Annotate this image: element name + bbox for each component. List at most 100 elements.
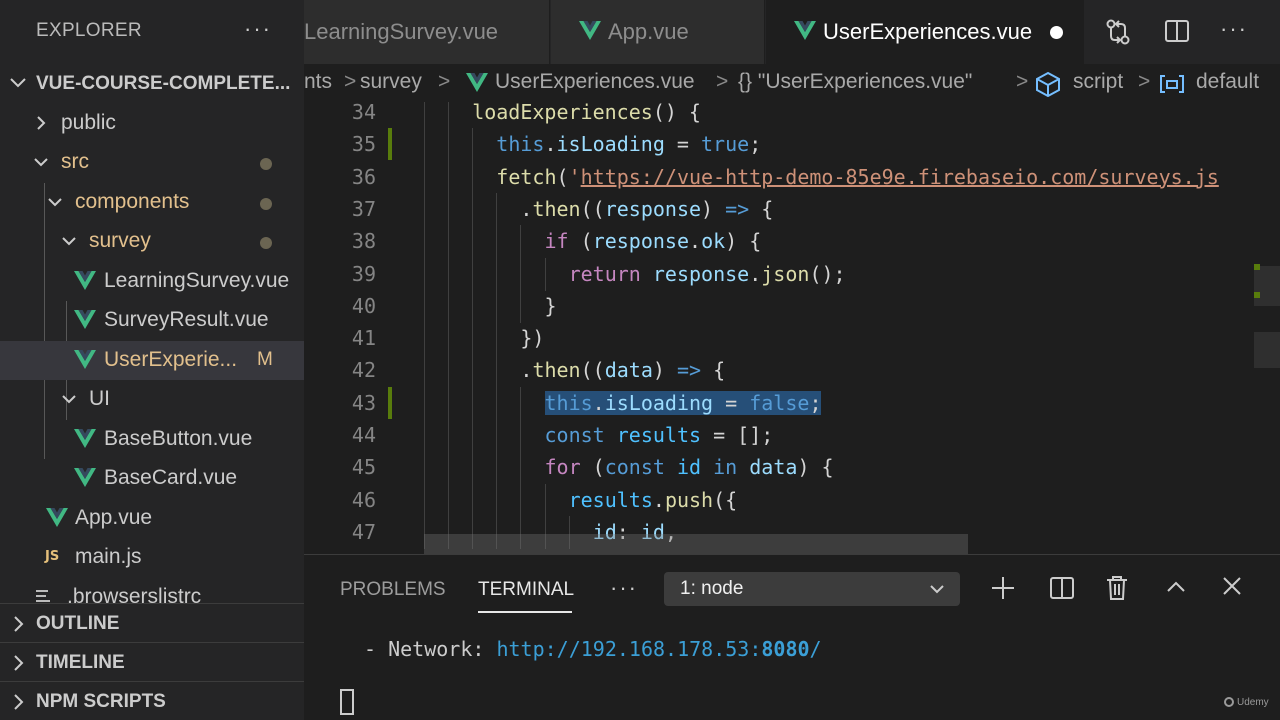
section-title: TIMELINE	[36, 652, 125, 673]
project-folder[interactable]: VUE-COURSE-COMPLETE...	[0, 64, 304, 102]
terminal-link-end[interactable]: /	[810, 637, 822, 661]
indent-guide	[520, 257, 522, 291]
code-line[interactable]: 46 results.push({	[304, 483, 1280, 517]
text-selection: this.isLoading = false;	[544, 390, 822, 415]
tree-file-app[interactable]: App.vue	[0, 499, 304, 538]
code-line[interactable]: 37 .then((response) => {	[304, 192, 1280, 226]
indent-guide	[424, 102, 425, 129]
line-number: 43	[351, 390, 376, 415]
terminal-link[interactable]: http://192.168.178.53:	[496, 637, 761, 661]
tree-file-mainjs[interactable]: JS main.js	[0, 538, 304, 577]
breadcrumb-item[interactable]: nts	[304, 70, 332, 94]
tab-terminal[interactable]: TERMINAL	[478, 579, 574, 601]
code-token: .	[749, 261, 762, 286]
code-token: return	[568, 261, 641, 286]
code-token: .	[520, 196, 533, 221]
code-token: )	[701, 196, 726, 221]
indent-guide	[424, 192, 425, 226]
explorer-more-icon[interactable]: ···	[244, 16, 272, 42]
tree-file-browserslistrc[interactable]: .browserslistrc	[0, 578, 304, 604]
vue-file-icon	[579, 21, 601, 40]
code-token: ;	[749, 132, 762, 157]
watermark-text: Udemy	[1237, 697, 1269, 708]
code-line[interactable]: 39 return response.json();	[304, 257, 1280, 291]
code-tokens: })	[520, 326, 544, 350]
code-line[interactable]: 43 this.isLoading = false;	[304, 386, 1280, 420]
vue-file-icon	[74, 310, 96, 329]
tab-learningsurvey[interactable]: LearningSurvey.vue	[304, 0, 550, 64]
minimap-slider[interactable]	[1254, 332, 1280, 368]
chevron-down-icon	[62, 237, 76, 246]
indent-guide	[472, 451, 474, 485]
code-line[interactable]: 40}	[304, 289, 1280, 323]
panel-more-icon[interactable]: ···	[610, 575, 638, 601]
tree-file-basebutton[interactable]: BaseButton.vue	[0, 420, 304, 459]
unsaved-dot[interactable]	[1050, 26, 1063, 39]
vue-file-icon	[46, 508, 68, 527]
code-token: =	[664, 132, 702, 157]
breadcrumb-item[interactable]: UserExperiences.vue	[495, 70, 695, 94]
gutter-change-mark	[388, 128, 392, 161]
tree-file-basecard[interactable]: BaseCard.vue	[0, 459, 304, 498]
close-icon[interactable]	[1221, 575, 1243, 597]
tab-userexperiences[interactable]: UserExperiences.vue	[766, 0, 1084, 64]
minimap-slider[interactable]	[1254, 266, 1280, 306]
tree-folder-ui[interactable]: UI	[0, 380, 304, 419]
code-token: })	[520, 326, 545, 351]
code-token: =>	[676, 358, 702, 383]
code-editor[interactable]: 34 loadExperiences() {35 this.isLoading = …	[304, 102, 1280, 554]
bottom-panel: PROBLEMS TERMINAL ··· 1: node - Network:…	[304, 554, 1280, 720]
code-line[interactable]: 34 loadExperiences() {	[304, 102, 1280, 129]
tree-folder-public[interactable]: public	[0, 104, 304, 143]
indent-guide	[544, 483, 546, 517]
code-line[interactable]: 38 if (response.ok) {	[304, 225, 1280, 259]
trash-icon[interactable]	[1105, 575, 1129, 601]
compare-changes-icon[interactable]	[1104, 18, 1132, 46]
tree-file-userexperiences[interactable]: UserExperie... M	[0, 341, 304, 380]
breadcrumb-item[interactable]: {} "UserExperiences.vue"	[738, 70, 972, 94]
more-actions-icon[interactable]: ···	[1220, 16, 1248, 42]
section-npm-scripts[interactable]: NPM SCRIPTS	[0, 681, 304, 720]
add-icon[interactable]	[990, 575, 1016, 601]
section-timeline[interactable]: TIMELINE	[0, 642, 304, 682]
terminal-select[interactable]: 1: node	[664, 572, 960, 606]
indent-guide	[448, 451, 450, 485]
chevron-right-icon	[14, 655, 24, 671]
indent-guide	[448, 289, 450, 323]
line-number: 41	[351, 326, 376, 351]
code-token: {	[749, 196, 774, 221]
tree-folder-src[interactable]: src	[0, 143, 304, 182]
code-token: data	[749, 455, 798, 480]
chevron-up-icon[interactable]	[1164, 575, 1188, 599]
split-terminal-icon[interactable]	[1049, 575, 1075, 601]
code-line[interactable]: 45 for (const id in data) {	[304, 451, 1280, 485]
code-line[interactable]: 42 .then((data) => {	[304, 354, 1280, 388]
code-line[interactable]: 44 const results = [];	[304, 419, 1280, 452]
horizontal-scrollbar[interactable]	[424, 534, 968, 554]
tree-folder-survey[interactable]: survey	[0, 222, 304, 261]
terminal-port[interactable]: 8080	[761, 637, 809, 661]
indent-guide	[496, 192, 498, 226]
tab-problems[interactable]: PROBLEMS	[340, 579, 446, 601]
code-line[interactable]: 35 this.isLoading = true;	[304, 128, 1280, 162]
tree-label: public	[61, 111, 116, 134]
breadcrumb-item[interactable]: default	[1196, 70, 1259, 94]
code-token: ;	[809, 390, 822, 415]
indent-guide	[448, 225, 450, 259]
section-outline[interactable]: OUTLINE	[0, 603, 304, 643]
indent-guide	[472, 192, 474, 226]
tree-file-learningsurvey[interactable]: LearningSurvey.vue	[0, 262, 304, 301]
code-text: this.isLoading = false;	[544, 390, 822, 415]
split-editor-icon[interactable]	[1164, 18, 1190, 44]
tab-label: App.vue	[608, 19, 689, 44]
code-tokens: .then((response) => {	[520, 197, 773, 221]
breadcrumb-item[interactable]: script	[1073, 70, 1123, 94]
code-line[interactable]: 41})	[304, 322, 1280, 356]
code-line[interactable]: 36 fetch('https://vue-http-demo-85e9e.fir…	[304, 160, 1280, 194]
tree-file-surveyresult[interactable]: SurveyResult.vue	[0, 301, 304, 340]
breadcrumb-item[interactable]: survey	[360, 70, 422, 94]
tree-folder-components[interactable]: components	[0, 183, 304, 222]
code-text: this.isLoading = true;	[496, 132, 761, 156]
indent-guide	[448, 483, 450, 517]
tab-app[interactable]: App.vue	[551, 0, 765, 64]
